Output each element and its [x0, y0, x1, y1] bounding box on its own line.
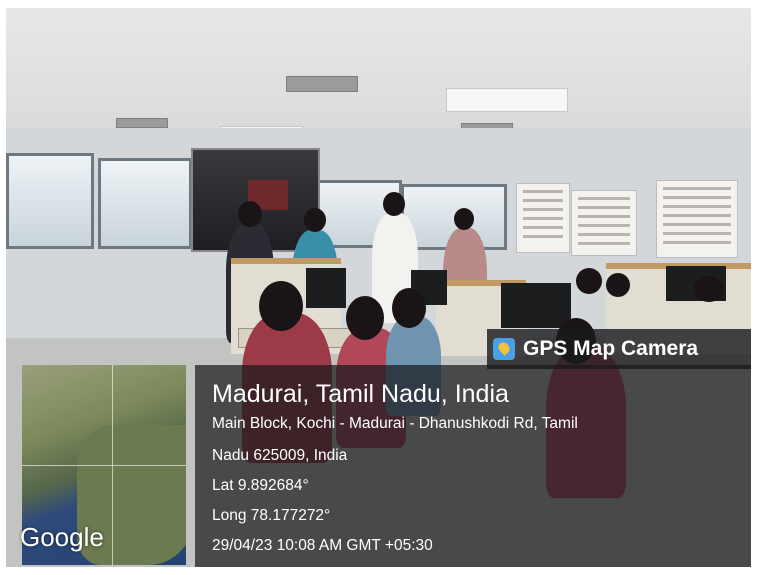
location-title: Madurai, Tamil Nadu, India — [212, 380, 509, 408]
address-line-2: Nadu 625009, India — [212, 447, 348, 464]
timestamp: 29/04/23 10:08 AM GMT +05:30 — [212, 537, 433, 554]
wall-poster — [656, 180, 738, 258]
student-head — [392, 288, 426, 328]
presenter-head — [383, 192, 405, 216]
presenter-head — [454, 208, 474, 230]
map-crosshair-horizontal — [22, 465, 186, 466]
badge-label: GPS Map Camera — [523, 337, 699, 360]
window — [98, 158, 192, 249]
student-head — [346, 296, 384, 340]
map-pin-icon — [493, 338, 515, 360]
address-line-1: Main Block, Kochi - Madurai - Dhanushkod… — [212, 415, 578, 432]
wall-poster — [571, 190, 637, 256]
map-crosshair-vertical — [112, 365, 113, 565]
google-attribution: Google — [20, 522, 104, 552]
presenter-head — [238, 201, 262, 227]
longitude: Long 78.177272° — [212, 507, 331, 524]
computer-monitor — [306, 268, 346, 308]
student-head — [694, 276, 724, 302]
window — [6, 153, 94, 249]
gps-map-camera-badge: GPS Map Camera — [487, 329, 751, 369]
student-head — [576, 268, 602, 294]
latitude: Lat 9.892684° — [212, 477, 309, 494]
wall-poster — [516, 183, 570, 253]
ceiling-vent — [286, 76, 358, 92]
student-head — [259, 281, 303, 331]
student-head — [606, 273, 630, 297]
presenter-head — [304, 208, 326, 232]
ceiling-vent — [116, 118, 168, 128]
ceiling-light — [446, 88, 568, 112]
computer-monitor — [501, 283, 571, 328]
